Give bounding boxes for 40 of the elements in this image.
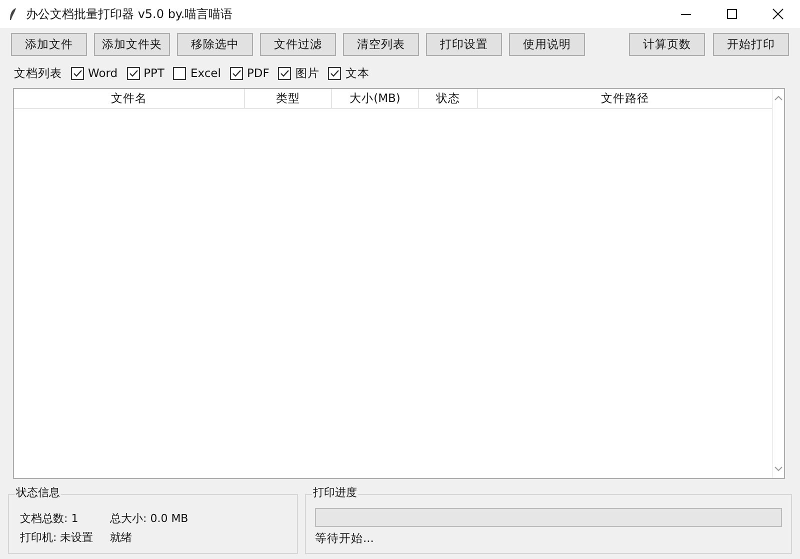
toolbar-button[interactable]: 添加文件夹 bbox=[94, 33, 170, 56]
toolbar-button[interactable]: 文件过滤 bbox=[260, 33, 336, 56]
scroll-down-icon[interactable] bbox=[774, 466, 783, 472]
toolbar-button[interactable]: 开始打印 bbox=[713, 33, 789, 56]
scrollbar[interactable] bbox=[772, 89, 784, 478]
column-header[interactable]: 文件路径 bbox=[478, 89, 772, 109]
filter-checkbox[interactable]: Word bbox=[71, 66, 118, 80]
toolbar-button[interactable]: 使用说明 bbox=[509, 33, 585, 56]
check-icon bbox=[279, 68, 290, 78]
status-text: 打印机: 未设置 bbox=[20, 530, 94, 545]
filter-checkbox[interactable]: 文本 bbox=[328, 66, 370, 80]
status-text: 总大小: 0.0 MB bbox=[110, 511, 188, 526]
check-icon bbox=[230, 68, 242, 78]
column-header[interactable]: 文件名 bbox=[14, 89, 245, 109]
toolbar-button[interactable]: 清空列表 bbox=[343, 33, 419, 56]
toolbar-button[interactable]: 计算页数 bbox=[629, 33, 705, 56]
maximize-icon[interactable] bbox=[726, 8, 738, 20]
column-header[interactable]: 大小(MB) bbox=[332, 89, 419, 109]
filter-checkbox[interactable]: PDF bbox=[230, 66, 270, 80]
window-title: 办公文档批量打印器 v5.0 by.喵言喵语 bbox=[26, 6, 233, 22]
check-icon bbox=[72, 68, 83, 78]
feather-icon bbox=[8, 7, 18, 21]
column-header[interactable]: 状态 bbox=[419, 89, 478, 109]
filter-checkbox[interactable]: PPT bbox=[126, 66, 164, 80]
panel-title: 打印进度 bbox=[312, 485, 358, 500]
close-icon[interactable] bbox=[772, 8, 784, 20]
progress-text: 等待开始... bbox=[315, 531, 375, 546]
filter-checkbox[interactable]: 图片 bbox=[278, 66, 320, 80]
status-text: 文档总数: 1 bbox=[20, 511, 80, 526]
status-text: 就绪 bbox=[110, 530, 132, 545]
toolbar-button[interactable]: 打印设置 bbox=[426, 33, 502, 56]
column-header[interactable]: 类型 bbox=[245, 89, 332, 109]
filter-checkbox[interactable]: Excel bbox=[173, 66, 221, 80]
toolbar-button[interactable]: 添加文件 bbox=[11, 33, 87, 56]
toolbar-button[interactable]: 移除选中 bbox=[177, 33, 253, 56]
panel-title: 状态信息 bbox=[15, 485, 61, 500]
check-icon bbox=[128, 68, 139, 78]
scroll-up-icon[interactable] bbox=[774, 95, 783, 101]
check-icon bbox=[329, 68, 340, 78]
section-label: 文档列表 bbox=[14, 66, 62, 80]
